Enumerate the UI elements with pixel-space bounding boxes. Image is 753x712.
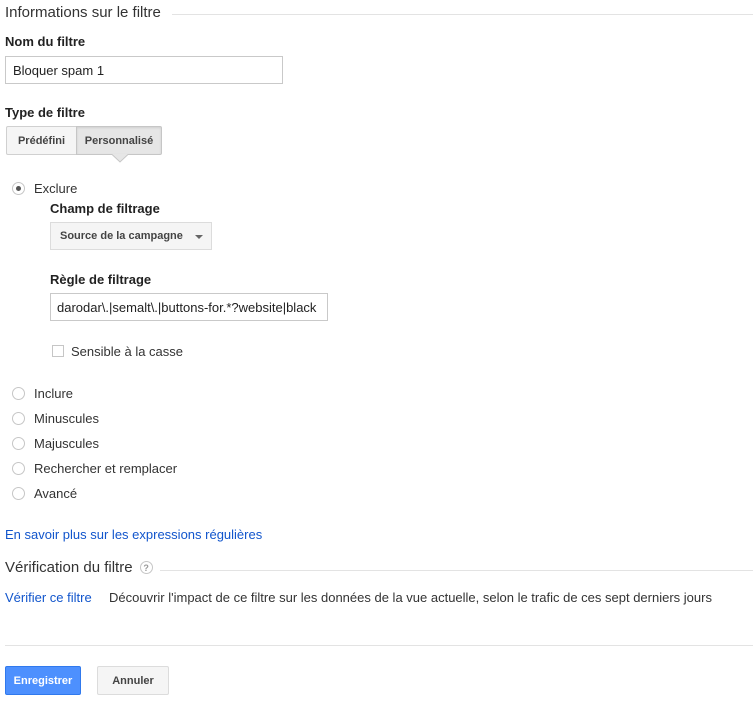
radio-uppercase-button[interactable]	[12, 436, 25, 450]
filter-field-dropdown[interactable]: Source de la campagne	[50, 222, 212, 250]
radio-search-replace-button[interactable]	[12, 461, 25, 475]
case-sensitive-label: Sensible à la casse	[71, 343, 184, 359]
filter-name-input[interactable]	[5, 56, 283, 84]
save-button[interactable]: Enregistrer	[5, 666, 81, 695]
verification-header: Vérification du filtre ?	[5, 559, 153, 576]
case-sensitive-option[interactable]: Sensible à la casse	[52, 343, 183, 359]
help-circle-icon[interactable]: ?	[139, 561, 153, 574]
filter-type-label: Type de filtre	[5, 105, 85, 120]
radio-advanced-label: Avancé	[34, 485, 78, 501]
radio-uppercase-label: Majuscules	[34, 435, 100, 451]
radio-include-button[interactable]	[12, 386, 25, 400]
cancel-button[interactable]: Annuler	[97, 666, 169, 695]
verify-filter-link[interactable]: Vérifier ce filtre	[5, 590, 92, 605]
radio-lowercase[interactable]: Minuscules	[12, 410, 99, 426]
radio-exclude-label: Exclure	[34, 180, 78, 196]
filter-pattern-label: Règle de filtrage	[50, 272, 152, 287]
case-sensitive-checkbox[interactable]	[52, 345, 64, 357]
section-divider	[172, 14, 753, 15]
tab-predefined[interactable]: Prédéfini	[6, 126, 77, 155]
radio-search-replace[interactable]: Rechercher et remplacer	[12, 460, 177, 476]
radio-advanced-button[interactable]	[12, 486, 25, 500]
radio-lowercase-label: Minuscules	[34, 410, 100, 426]
radio-advanced[interactable]: Avancé	[12, 485, 77, 501]
section-divider	[160, 570, 753, 571]
filter-info-title: Informations sur le filtre	[5, 4, 161, 21]
radio-include-label: Inclure	[34, 385, 74, 401]
filter-field-label: Champ de filtrage	[50, 201, 160, 216]
regex-help-link[interactable]: En savoir plus sur les expressions régul…	[5, 527, 262, 542]
radio-search-replace-label: Rechercher et remplacer	[34, 460, 178, 476]
radio-exclude-button[interactable]	[12, 181, 25, 195]
radio-include[interactable]: Inclure	[12, 385, 73, 401]
verification-description: Découvrir l'impact de ce filtre sur les …	[109, 590, 712, 605]
tab-pointer-arrow	[112, 154, 128, 163]
verification-title: Vérification du filtre	[5, 559, 133, 576]
caret-down-icon	[195, 235, 203, 239]
radio-exclude[interactable]: Exclure	[12, 180, 77, 196]
filter-field-value: Source de la campagne	[60, 230, 183, 242]
filter-pattern-input[interactable]	[50, 293, 328, 321]
radio-uppercase[interactable]: Majuscules	[12, 435, 99, 451]
filter-name-label: Nom du filtre	[5, 34, 86, 49]
radio-lowercase-button[interactable]	[12, 411, 25, 425]
tab-custom[interactable]: Personnalisé	[76, 126, 162, 155]
footer-divider	[5, 645, 753, 646]
